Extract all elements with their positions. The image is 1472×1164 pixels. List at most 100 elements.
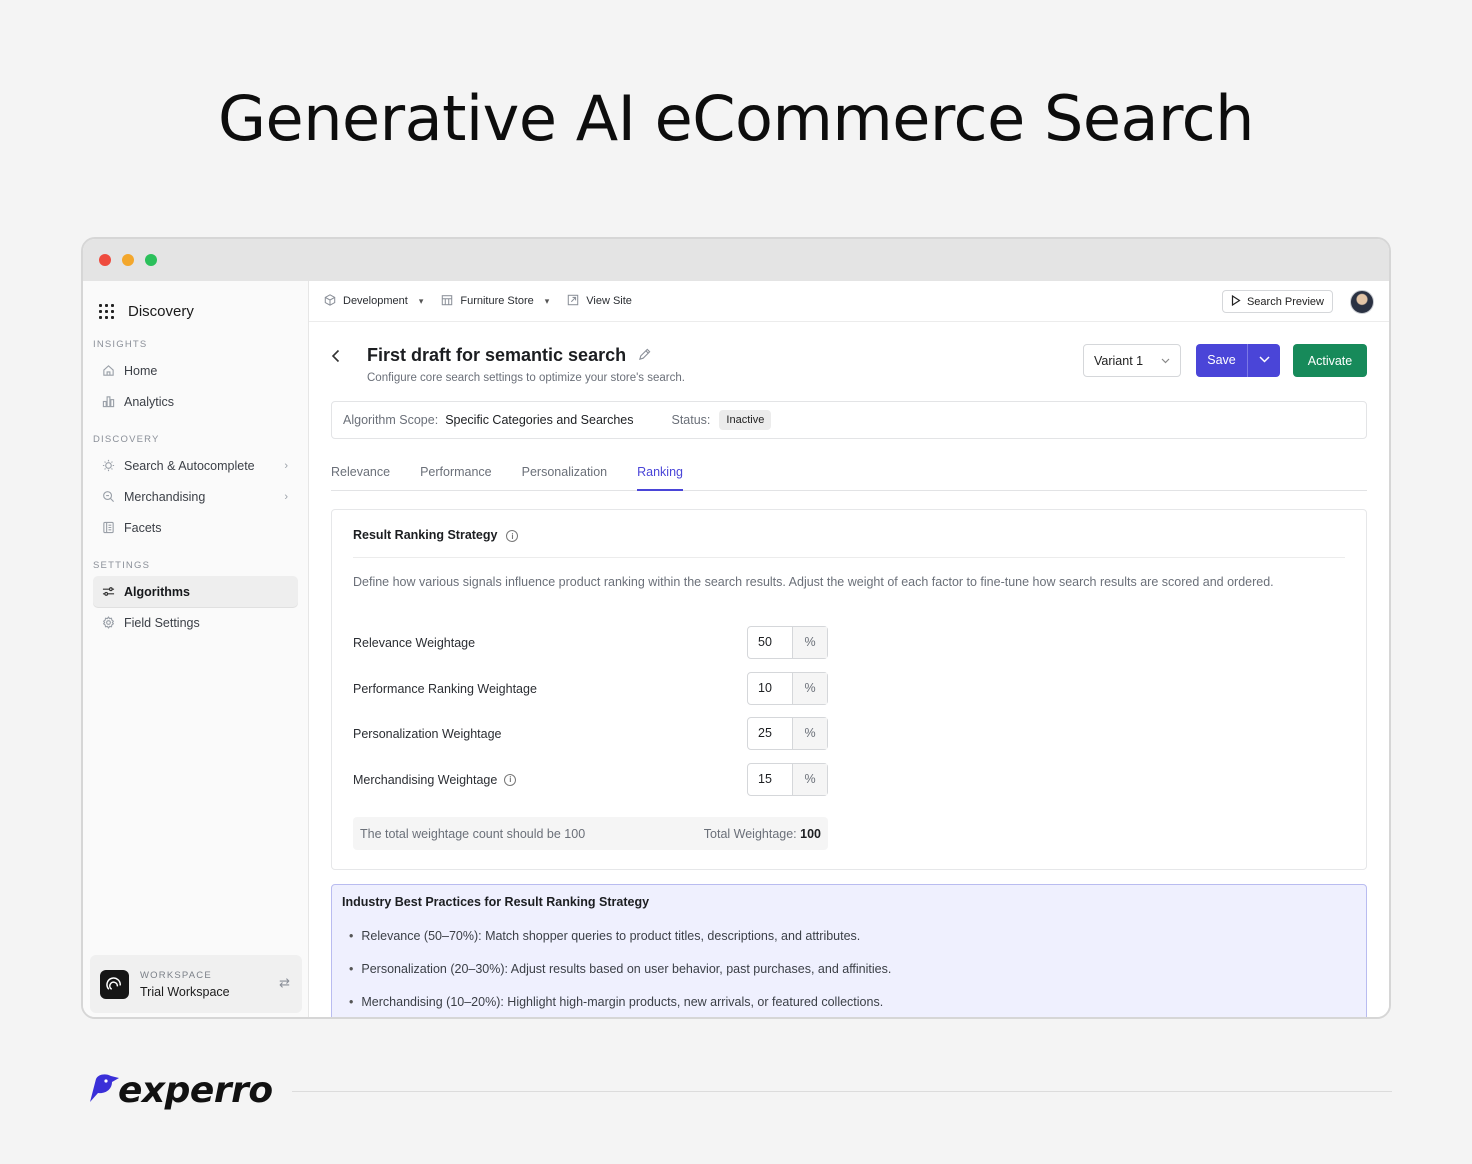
percent-suffix: % [792,764,827,795]
store-selector[interactable]: Furniture Store ▾ [441,294,549,309]
weight-value[interactable]: 25 [748,718,792,749]
switch-arrows-icon[interactable]: ⇄ [279,975,290,991]
bird-logo-icon [86,1073,122,1108]
save-options-chevron-icon[interactable] [1248,355,1280,366]
percent-suffix: % [792,673,827,704]
weight-value[interactable]: 15 [748,764,792,795]
sidebar-item-merchandising[interactable]: Merchandising › [93,481,298,512]
workspace-name: Trial Workspace [140,984,230,999]
weight-label: Performance Ranking Weightage [353,681,537,696]
tab-ranking[interactable]: Ranking [637,461,683,491]
sidebar-item-label: Algorithms [124,584,190,599]
sidebar-item-home[interactable]: Home [93,355,298,386]
weight-label: Personalization Weightage [353,726,502,741]
tab-personalization[interactable]: Personalization [522,461,607,491]
cube-icon [324,293,336,309]
environment-selector[interactable]: Development ▾ [324,293,424,309]
app-window: Discovery INSIGHTS Home Analytics DISCOV… [81,237,1391,1019]
chevron-right-icon: › [284,490,288,503]
play-icon [1231,294,1241,309]
close-window-icon[interactable] [99,254,111,266]
weight-label: Merchandising Weightage [353,772,498,787]
app-grid-icon[interactable] [99,303,114,319]
list-item: Personalization (20–30%): Adjust results… [349,962,891,995]
personalization-weight-input[interactable]: 25 % [747,717,828,750]
logo-text: experro [118,1070,273,1111]
chevron-down-icon: ▾ [544,295,550,306]
sidebar-item-label: Facets [124,520,162,535]
scope-bar: Algorithm Scope: Specific Categories and… [331,401,1367,439]
sidebar-item-label: Analytics [124,394,175,409]
sidebar-item-analytics[interactable]: Analytics [93,386,298,417]
tab-relevance[interactable]: Relevance [331,461,390,491]
save-button-group: Save [1196,344,1280,377]
info-icon[interactable]: i [504,773,517,786]
relevance-weight-input[interactable]: 50 % [747,626,828,659]
best-practices-title: Industry Best Practices for Result Ranki… [342,895,650,909]
maximize-window-icon[interactable] [145,254,157,266]
weight-value[interactable]: 50 [748,627,792,658]
window-titlebar [83,239,1389,281]
ranking-title: Result Ranking Strategy [353,528,498,542]
sidebar-item-label: Search & Autocomplete [124,458,255,473]
list-item: Relevance (50–70%): Match shopper querie… [349,929,891,962]
variant-select[interactable]: Variant 1 [1083,344,1181,377]
search-preview-label: Search Preview [1246,295,1324,308]
best-practices-panel: Industry Best Practices for Result Ranki… [331,884,1367,1017]
save-button[interactable]: Save [1196,344,1248,377]
sidebar-item-algorithms[interactable]: Algorithms [93,576,298,607]
tab-bar: Relevance Performance Personalization Ra… [331,461,1367,491]
section-label-discovery: DISCOVERY [93,434,160,445]
brand[interactable]: Discovery [83,281,308,327]
scope-label: Algorithm Scope: [343,413,439,427]
best-practices-list: Relevance (50–70%): Match shopper querie… [349,929,891,1017]
workspace-label: WORKSPACE [140,969,212,981]
sidebar-item-facets[interactable]: Facets [93,512,298,543]
footer-divider [292,1091,1392,1092]
scope-value: Specific Categories and Searches [445,413,634,427]
brand-name: Discovery [128,302,194,320]
total-note: The total weightage count should be 100 [360,826,586,841]
total-weightage-bar: The total weightage count should be 100 … [353,817,828,850]
environment-label: Development [343,295,408,307]
chevron-right-icon: › [284,459,288,472]
gear-icon [101,616,115,630]
sidebar-item-field-settings[interactable]: Field Settings [93,607,298,638]
footer-logo: experro [86,1070,273,1111]
topbar: Development ▾ Furniture Store ▾ View Sit… [309,281,1389,322]
ranking-card: Result Ranking Strategy i Define how var… [331,509,1367,870]
main-content: Development ▾ Furniture Store ▾ View Sit… [309,281,1389,1017]
status-badge: Inactive [719,410,772,430]
external-link-icon [567,294,579,309]
total-weightage: Total Weightage: 100 [704,827,821,841]
sidebar-item-search-autocomplete[interactable]: Search & Autocomplete › [93,450,298,481]
section-label-insights: INSIGHTS [93,339,148,350]
tab-performance[interactable]: Performance [420,461,492,491]
sidebar-item-label: Merchandising [124,489,206,504]
sidebar-item-label: Field Settings [124,615,200,630]
total-value: 100 [800,826,821,841]
info-icon[interactable]: i [506,530,519,542]
chevron-down-icon: ▾ [418,295,424,306]
bulb-icon [101,459,115,473]
back-arrow-icon[interactable] [331,349,341,366]
edit-pencil-icon[interactable] [638,348,651,364]
store-label: Furniture Store [460,295,534,307]
performance-weight-input[interactable]: 10 % [747,672,828,705]
sidebar: Discovery INSIGHTS Home Analytics DISCOV… [83,281,309,1017]
merchandising-weight-input[interactable]: 15 % [747,763,828,796]
app: Discovery INSIGHTS Home Analytics DISCOV… [83,281,1389,1017]
minimize-window-icon[interactable] [122,254,134,266]
store-icon [441,294,453,309]
bar-chart-icon [101,395,115,409]
weight-value[interactable]: 10 [748,673,792,704]
view-site-label: View Site [586,295,632,307]
search-preview-button[interactable]: Search Preview [1221,290,1333,313]
page-subtitle: Configure core search settings to optimi… [367,372,685,384]
workspace-switcher[interactable]: WORKSPACE Trial Workspace ⇄ [90,955,302,1013]
view-site-link[interactable]: View Site [567,294,632,309]
avatar[interactable] [1350,290,1374,314]
activate-button[interactable]: Activate [1293,344,1367,377]
weight-row-relevance: Relevance Weightage 50 % [353,626,828,659]
nav-insights: Home Analytics [93,355,298,417]
